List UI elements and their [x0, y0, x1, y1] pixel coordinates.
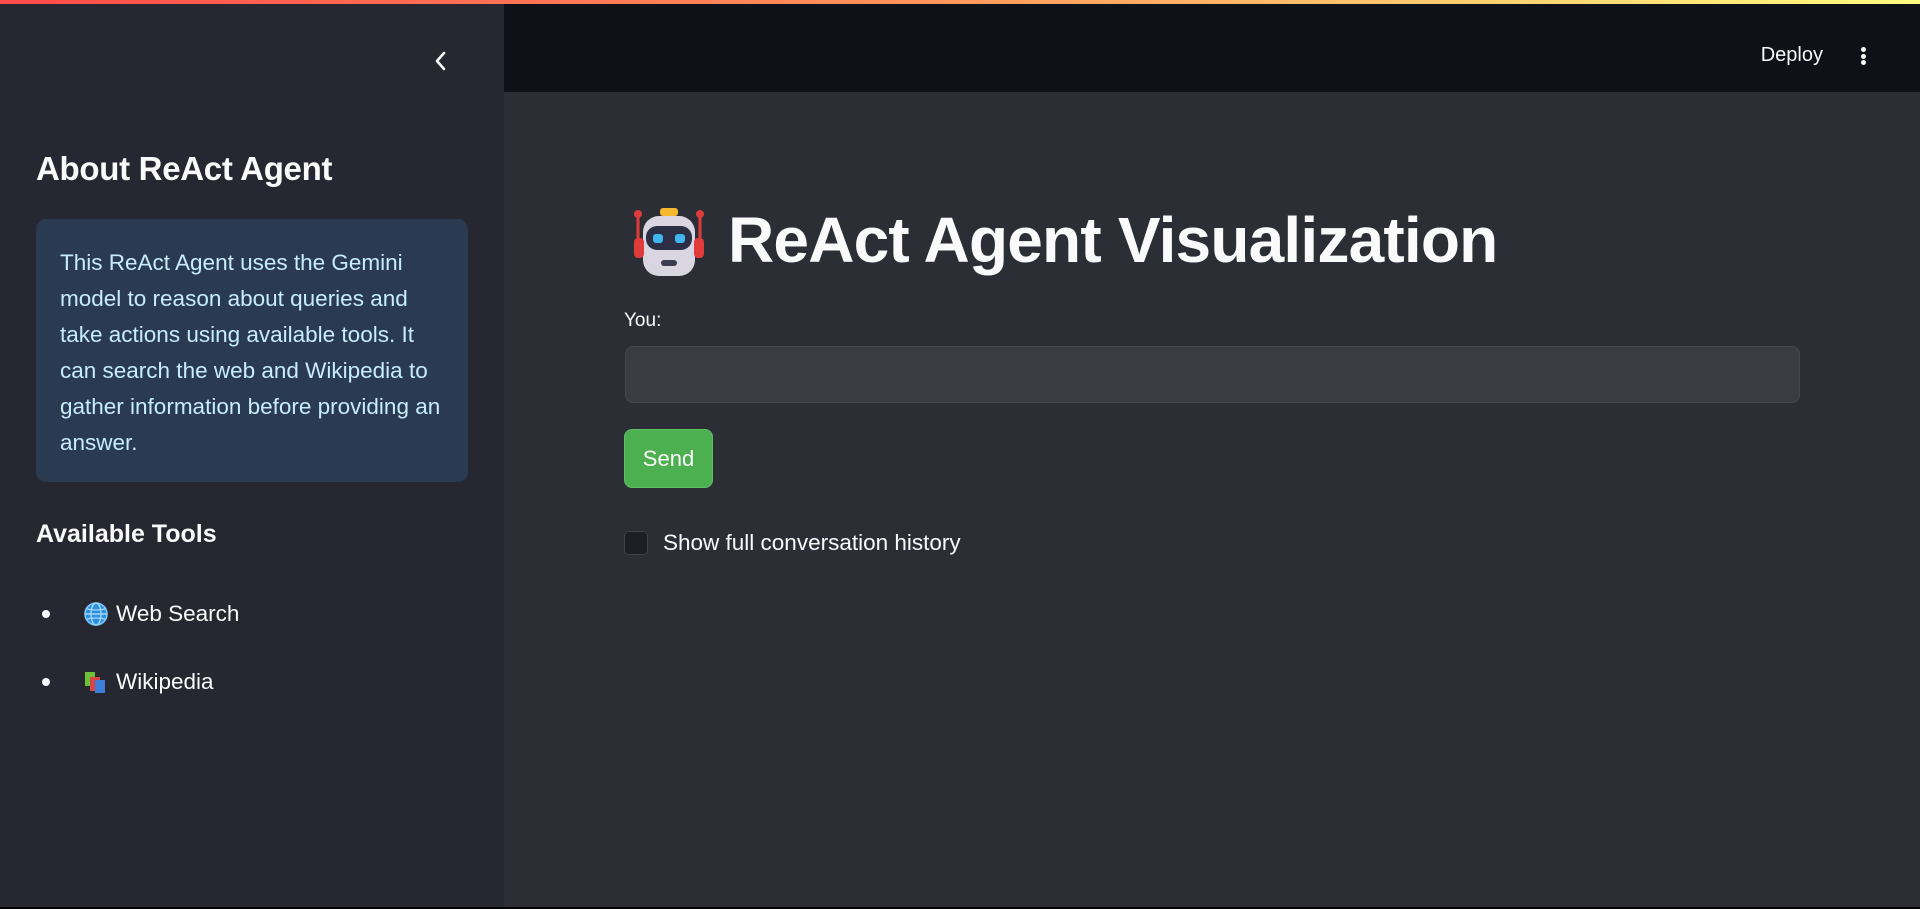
chevron-left-icon: [435, 51, 446, 71]
history-toggle[interactable]: Show full conversation history: [624, 528, 961, 558]
input-label: You:: [624, 310, 662, 331]
top-header: Deploy: [504, 0, 1920, 92]
sidebar: About ReAct Agent This ReAct Agent uses …: [0, 0, 504, 907]
top-decoration-stripe: [0, 0, 1920, 4]
robot-icon: [634, 208, 704, 276]
bullet: [42, 678, 50, 686]
info-text: This ReAct Agent uses the Gemini model t…: [60, 250, 441, 455]
tools-heading: Available Tools: [36, 520, 217, 548]
query-input[interactable]: [625, 346, 1800, 403]
bullet: [42, 610, 50, 618]
list-item: Wikipedia: [36, 648, 466, 716]
app-window: About ReAct Agent This ReAct Agent uses …: [0, 0, 1920, 907]
list-item: Web Search: [36, 580, 466, 648]
send-button[interactable]: Send: [624, 429, 713, 488]
globe-icon: [82, 600, 110, 628]
tool-list: Web Search Wikipedia: [36, 580, 466, 716]
history-checkbox-label: Show full conversation history: [663, 530, 961, 555]
info-box: This ReAct Agent uses the Gemini model t…: [36, 219, 468, 482]
deploy-button[interactable]: Deploy: [1761, 44, 1823, 67]
tool-label-web-search: Web Search: [116, 601, 240, 626]
tool-label-wikipedia: Wikipedia: [116, 669, 214, 694]
collapse-sidebar-button[interactable]: [424, 44, 458, 78]
page-title: ReAct Agent Visualization: [728, 204, 1498, 276]
history-checkbox[interactable]: [624, 531, 648, 555]
more-vertical-icon[interactable]: [1852, 42, 1874, 70]
sidebar-title: About ReAct Agent: [36, 150, 333, 187]
books-icon: [82, 668, 110, 696]
